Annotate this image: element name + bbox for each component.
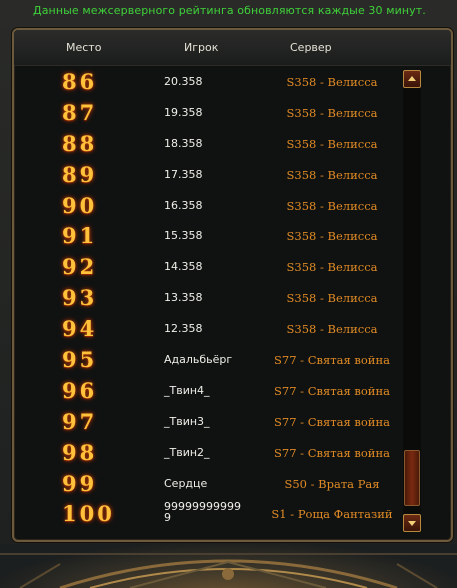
server-name: S358 - Велисса	[286, 75, 378, 89]
table-row[interactable]: 88 18.358 S358 - Велисса	[14, 129, 400, 160]
server-name: S358 - Велисса	[286, 105, 378, 120]
player-name: _Твин3_	[164, 414, 210, 428]
table-row[interactable]: 93 13.358 S358 - Велисса	[14, 283, 400, 314]
server-name: S358 - Велисса	[286, 291, 378, 306]
rank-number: 92	[62, 254, 98, 280]
table-row[interactable]: 91 15.358 S358 - Велисса	[14, 221, 400, 252]
player-name: 14.358	[164, 260, 203, 274]
rank-number: 99	[62, 470, 98, 496]
server-name: S358 - Велисса	[286, 322, 378, 337]
scroll-down-button[interactable]	[403, 514, 421, 532]
column-header-server: Сервер	[290, 41, 332, 54]
player-name: 17.358	[164, 167, 203, 181]
server-name: S50 - Врата Рая	[284, 476, 380, 491]
rank-number: 90	[62, 192, 98, 218]
scrollbar[interactable]	[403, 70, 421, 532]
ranking-window: Данные межсерверного рейтинга обновляютс…	[0, 0, 457, 588]
table-header: Место Игрок Сервер	[14, 30, 451, 66]
player-name: _Твин2_	[164, 445, 210, 459]
server-name: S77 - Святая война	[274, 353, 390, 368]
player-name: 15.358	[164, 229, 203, 243]
table-row[interactable]: 100 99999999999 9 S1 - Роща Фантазий	[14, 499, 400, 530]
server-name: S358 - Велисса	[286, 260, 378, 275]
server-name: S358 - Велисса	[286, 136, 378, 151]
player-name: 16.358	[164, 198, 203, 212]
rank-number: 94	[62, 316, 98, 342]
ranking-panel: Место Игрок Сервер 86 20.358 S358 - Велисс…	[12, 28, 453, 542]
scroll-up-button[interactable]	[403, 70, 421, 88]
server-name: S77 - Святая война	[274, 383, 390, 398]
server-name: S358 - Велисса	[286, 167, 378, 182]
table-row[interactable]: 95 Адальбьёрг S77 - Святая война	[14, 345, 400, 376]
rank-number: 98	[62, 439, 98, 465]
rank-number: 93	[62, 285, 98, 311]
scroll-thumb[interactable]	[404, 450, 420, 506]
table-row[interactable]: 98 _Твин2_ S77 - Святая война	[14, 438, 400, 469]
player-name: _Твин4_	[164, 383, 210, 397]
ornament-icon	[0, 553, 457, 588]
server-name: S1 - Роща Фантазий	[271, 507, 393, 522]
player-name: 20.358	[164, 75, 203, 88]
player-name: 18.358	[164, 136, 203, 150]
table-row[interactable]: 96 _Твин4_ S77 - Святая война	[14, 376, 400, 407]
player-name: 13.358	[164, 291, 203, 305]
table-row[interactable]: 90 16.358 S358 - Велисса	[14, 191, 400, 222]
server-name: S77 - Святая война	[274, 414, 390, 429]
decorative-footer	[0, 544, 457, 588]
rank-number: 88	[62, 130, 98, 156]
table-row[interactable]: 87 19.358 S358 - Велисса	[14, 98, 400, 129]
rank-number: 95	[62, 347, 98, 373]
column-header-place: Место	[66, 41, 102, 54]
table-row[interactable]: 99 Сердце S50 - Врата Рая	[14, 469, 400, 500]
table-row[interactable]: 89 17.358 S358 - Велисса	[14, 160, 400, 191]
table-row[interactable]: 86 20.358 S358 - Велисса	[14, 67, 400, 98]
update-notice: Данные межсерверного рейтинга обновляютс…	[33, 4, 426, 17]
player-name: 99999999999 9	[164, 500, 241, 525]
table-row[interactable]: 97 _Твин3_ S77 - Святая война	[14, 407, 400, 438]
table-row[interactable]: 94 12.358 S358 - Велисса	[14, 314, 400, 345]
rank-number: 96	[62, 377, 98, 403]
rank-number: 91	[62, 223, 98, 249]
rank-number: 86	[62, 69, 98, 94]
rank-number: 87	[62, 99, 98, 125]
table-row[interactable]: 92 14.358 S358 - Велисса	[14, 252, 400, 283]
server-name: S77 - Святая война	[274, 445, 390, 460]
player-name: 19.358	[164, 105, 203, 119]
server-name: S358 - Велисса	[286, 198, 378, 213]
ranking-list: 86 20.358 S358 - Велисса 87 19.358 S358 - Вел…	[14, 67, 400, 530]
column-header-player: Игрок	[184, 41, 219, 54]
player-name: Сердце	[164, 476, 208, 490]
player-name: Адальбьёрг	[164, 353, 233, 367]
rank-number: 100	[62, 501, 115, 527]
rank-number: 89	[62, 161, 98, 187]
rank-number: 97	[62, 408, 98, 434]
server-name: S358 - Велисса	[286, 229, 378, 244]
player-name: 12.358	[164, 322, 203, 336]
